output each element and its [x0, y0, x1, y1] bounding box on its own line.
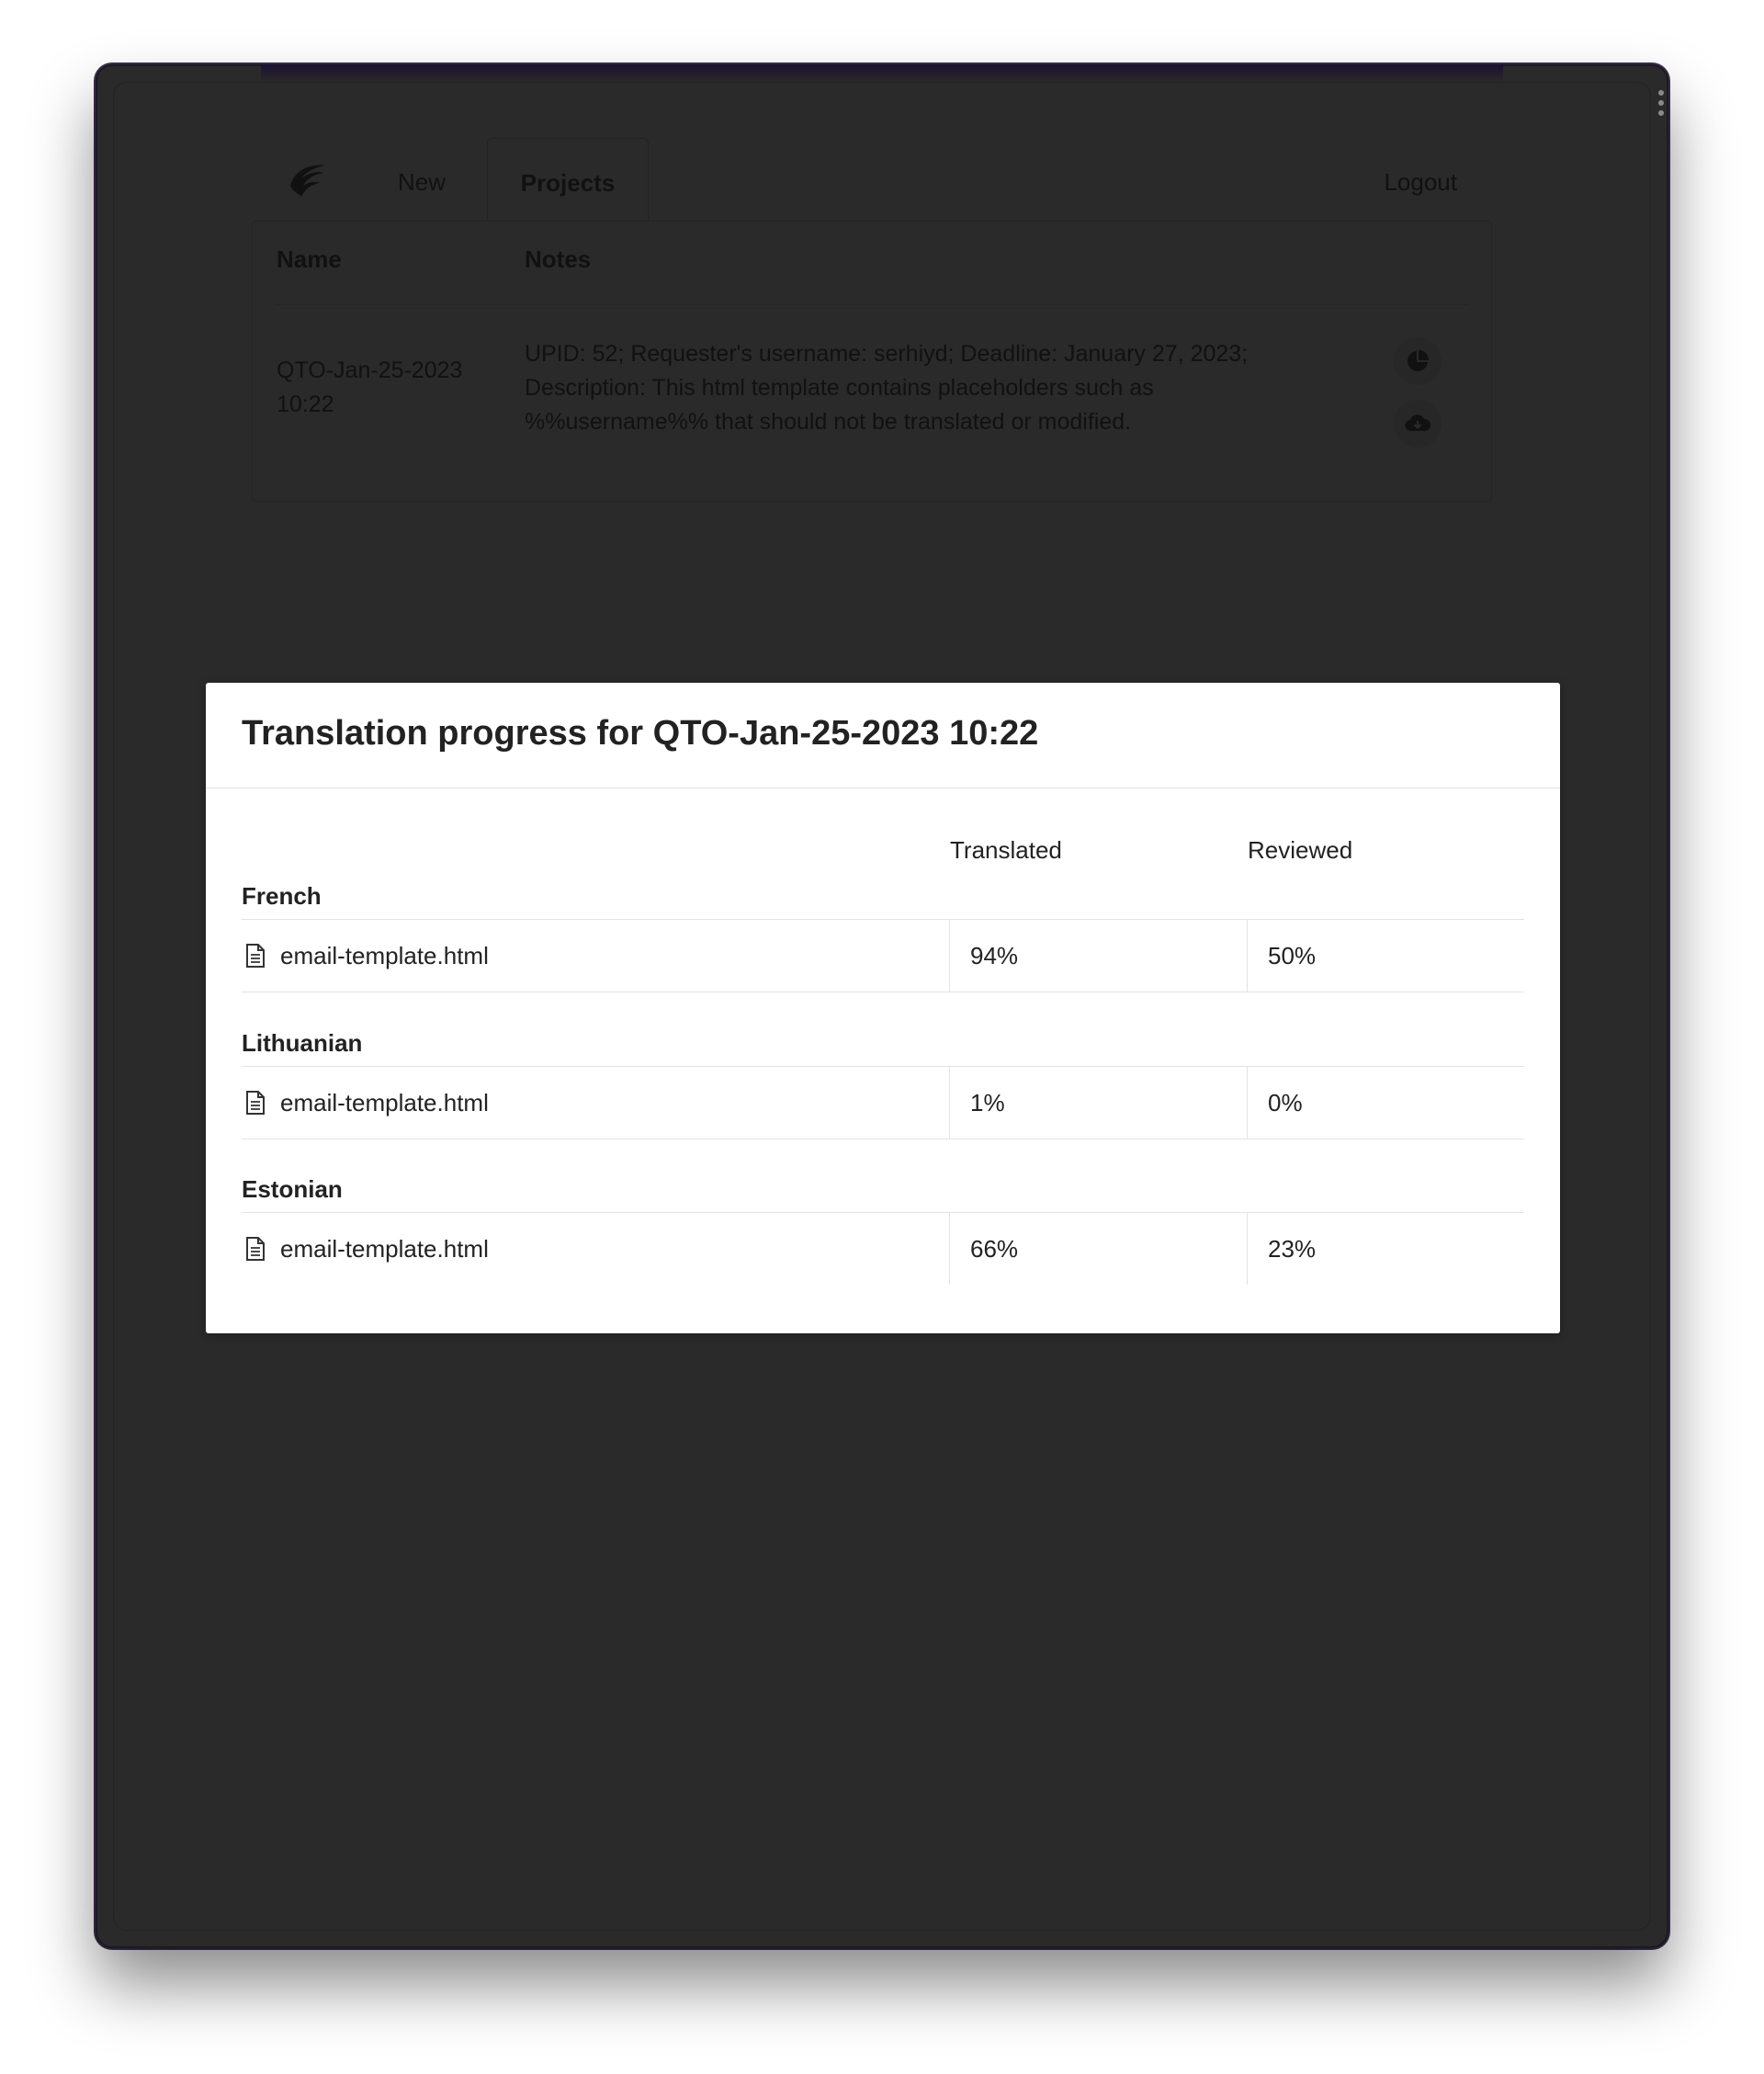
file-cell: email-template.html	[242, 1213, 489, 1285]
file-name[interactable]: email-template.html	[280, 920, 489, 992]
projects-table: Name Notes QTO-Jan-25-2023 10:22 UPID: 5…	[252, 221, 1492, 502]
project-name[interactable]: QTO-Jan-25-2023 10:22	[277, 354, 497, 422]
file-row: email-template.html 66% 23%	[242, 1212, 1524, 1285]
file-name[interactable]: email-template.html	[280, 1067, 489, 1139]
pie-chart-icon	[1408, 350, 1429, 371]
language-group-lithuanian: Lithuanian email-template.html 1% 0%	[242, 1005, 1524, 1139]
window-top-glow	[261, 64, 1503, 83]
column-header-name: Name	[277, 245, 342, 273]
translation-progress-modal: Translation progress for QTO-Jan-25-2023…	[206, 683, 1560, 1333]
language-name: Estonian	[242, 1175, 343, 1203]
download-button[interactable]	[1394, 400, 1442, 448]
project-notes: UPID: 52; Requester's username: serhiyd;…	[525, 341, 1249, 435]
language-name: Lithuanian	[242, 1029, 363, 1057]
translated-percent: 1%	[949, 1067, 1246, 1139]
window-menu-icon[interactable]	[1657, 90, 1665, 116]
progress-button[interactable]	[1394, 337, 1442, 385]
file-row: email-template.html 1% 0%	[242, 1066, 1524, 1139]
file-name[interactable]: email-template.html	[280, 1213, 489, 1285]
modal-title: Translation progress for QTO-Jan-25-2023…	[242, 714, 1039, 753]
language-group-french: French email-template.html 94% 50%	[242, 858, 1524, 992]
reviewed-percent: 50%	[1247, 920, 1525, 992]
language-group-estonian: Estonian email-template.html 66% 23%	[242, 1151, 1524, 1285]
file-cell: email-template.html	[242, 920, 489, 992]
file-cell: email-template.html	[242, 1067, 489, 1139]
modal-header: Translation progress for QTO-Jan-25-2023…	[206, 683, 1560, 788]
file-row: email-template.html 94% 50%	[242, 919, 1524, 992]
file-icon	[246, 944, 265, 968]
header-divider	[275, 304, 1469, 305]
falcon-logo-icon[interactable]	[285, 158, 329, 202]
reviewed-percent: 0%	[1247, 1067, 1525, 1139]
top-nav: New Projects Logout	[252, 138, 1492, 222]
file-icon	[246, 1091, 265, 1115]
logout-link[interactable]: Logout	[1384, 138, 1457, 226]
tab-projects[interactable]: Projects	[487, 138, 649, 221]
tab-new[interactable]: New	[371, 138, 472, 221]
file-icon	[246, 1237, 265, 1261]
cloud-download-icon	[1405, 414, 1431, 432]
column-header-notes: Notes	[525, 245, 592, 273]
translated-percent: 66%	[949, 1213, 1246, 1285]
translated-percent: 94%	[949, 920, 1246, 992]
reviewed-percent: 23%	[1247, 1213, 1525, 1285]
language-name: French	[242, 882, 322, 910]
